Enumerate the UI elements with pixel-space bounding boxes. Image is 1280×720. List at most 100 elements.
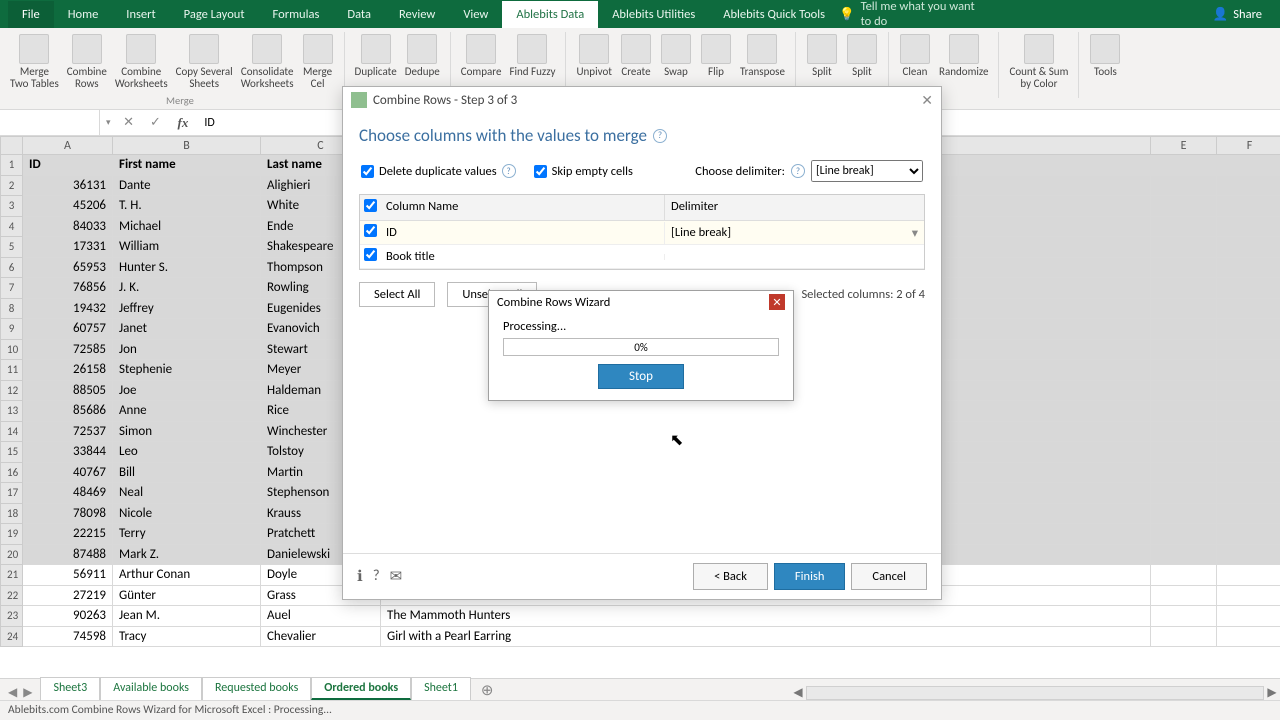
fx-icon[interactable]: fx [167, 115, 198, 131]
dialog-title: Combine Rows - Step 3 of 3 [373, 93, 517, 108]
checkbox-delete-duplicates[interactable]: Delete duplicate values? [361, 164, 516, 179]
ribbon-icon [189, 34, 219, 64]
ribbon-group-label: Merge [166, 94, 194, 107]
checkbox-skip-empty[interactable]: Skip empty cells [534, 164, 633, 179]
ribbon-icon [900, 34, 930, 64]
tab-ablebits-utilities[interactable]: Ablebits Utilities [598, 1, 709, 28]
ribbon-clean[interactable]: Clean [895, 32, 935, 80]
sheet-nav[interactable]: ◀▶ [0, 685, 40, 700]
processing-label: Processing... [503, 319, 779, 334]
ribbon-icon [72, 34, 102, 64]
scroll-left-icon[interactable]: ◀ [790, 685, 806, 700]
ribbon-icon [847, 34, 877, 64]
bulb-icon: 💡 [839, 7, 855, 22]
horizontal-scrollbar[interactable]: ◀ ▶ [790, 685, 1280, 700]
ribbon-icon [949, 34, 979, 64]
tab-review[interactable]: Review [385, 1, 449, 28]
ribbon-combine[interactable]: CombineRows [63, 32, 111, 91]
dialog-heading: Choose columns with the values to merge … [359, 125, 925, 146]
ribbon-consolidate[interactable]: ConsolidateWorksheets [237, 32, 298, 91]
ribbon-compare[interactable]: Compare [457, 32, 506, 80]
tab-home[interactable]: Home [54, 1, 113, 28]
ribbon-merge[interactable]: MergeCel [298, 32, 338, 91]
next-icon[interactable]: ▶ [23, 685, 32, 700]
checkbox-col-book[interactable] [364, 248, 377, 261]
help-icon[interactable]: ? [373, 567, 380, 586]
sheet-tab-ordered-books[interactable]: Ordered books [311, 677, 411, 700]
ribbon-icon [466, 34, 496, 64]
formula-input[interactable]: ID [198, 116, 220, 130]
ribbon-merge[interactable]: MergeTwo Tables [6, 32, 63, 91]
ribbon-icon [701, 34, 731, 64]
name-box[interactable] [0, 110, 100, 135]
tab-data[interactable]: Data [333, 1, 385, 28]
checkbox-col-id[interactable] [364, 224, 377, 237]
ribbon-find-fuzzy[interactable]: Find Fuzzy [505, 32, 559, 80]
sheet-tabs: ◀▶ Sheet3Available booksRequested booksO… [0, 678, 1280, 700]
col-name: Book title [380, 246, 664, 267]
finish-button[interactable]: Finish [774, 563, 846, 590]
dropdown-icon[interactable]: ▾ [912, 225, 918, 241]
col-delim-select[interactable]: [Line break]▾ [664, 222, 924, 244]
ribbon-split[interactable]: Split [842, 32, 882, 80]
namebox-dropdown-icon[interactable]: ▾ [100, 117, 117, 128]
ribbon-icon [361, 34, 391, 64]
ribbon-randomize[interactable]: Randomize [935, 32, 992, 80]
delimiter-select[interactable]: [Line break] [811, 160, 923, 182]
mail-icon[interactable]: ✉ [390, 567, 403, 586]
help-icon[interactable]: ? [791, 164, 805, 178]
scroll-right-icon[interactable]: ▶ [1264, 685, 1280, 700]
ribbon-swap[interactable]: Swap [656, 32, 696, 80]
help-icon[interactable]: ? [653, 129, 667, 143]
back-button[interactable]: < Back [693, 563, 768, 590]
tab-ablebits-quick-tools[interactable]: Ablebits Quick Tools [709, 1, 839, 28]
cancel-button[interactable]: Cancel [851, 563, 927, 590]
tab-formulas[interactable]: Formulas [259, 1, 334, 28]
ribbon-icon [407, 34, 437, 64]
selection-status: Selected columns: 2 of 4 [801, 287, 925, 302]
ribbon-flip[interactable]: Flip [696, 32, 736, 80]
prev-icon[interactable]: ◀ [8, 685, 17, 700]
cancel-icon[interactable]: ✕ [117, 115, 141, 130]
checkbox-select-all-cols[interactable] [364, 199, 377, 212]
ribbon-transpose[interactable]: Transpose [736, 32, 789, 80]
select-all-button[interactable]: Select All [359, 282, 435, 307]
col-name: ID [380, 222, 664, 243]
sheet-tab-available-books[interactable]: Available books [100, 677, 202, 700]
add-sheet-button[interactable]: ⊕ [471, 681, 504, 700]
sheet-tab-sheet3[interactable]: Sheet3 [40, 677, 100, 700]
ribbon-icon [126, 34, 156, 64]
sheet-tab-requested-books[interactable]: Requested books [202, 677, 311, 700]
ribbon-unpivot[interactable]: Unpivot [572, 32, 616, 80]
dialog-title-bar: Combine Rows - Step 3 of 3 ✕ [343, 87, 941, 113]
close-icon[interactable]: ✕ [769, 294, 785, 310]
col-header-name: Column Name [380, 195, 664, 220]
formula-bar-buttons: ✕ ✓ [117, 115, 168, 130]
sheet-tab-sheet1[interactable]: Sheet1 [411, 677, 471, 700]
ribbon-dedupe[interactable]: Dedupe [401, 32, 444, 80]
close-icon[interactable]: ✕ [921, 92, 933, 109]
share-icon: 👤 [1213, 7, 1229, 22]
ribbon-icon [621, 34, 651, 64]
tab-ablebits-data[interactable]: Ablebits Data [502, 1, 598, 28]
ribbon-create[interactable]: Create [616, 32, 656, 80]
ribbon-tools[interactable]: Tools [1085, 32, 1125, 80]
ribbon-copy-several[interactable]: Copy SeveralSheets [172, 32, 237, 91]
tab-insert[interactable]: Insert [112, 1, 169, 28]
tell-me[interactable]: 💡 Tell me what you want to do [839, 0, 980, 29]
ribbon-icon [1024, 34, 1054, 64]
info-icon[interactable]: ℹ [357, 567, 363, 586]
enter-icon[interactable]: ✓ [143, 115, 167, 130]
dialog-icon [351, 92, 367, 108]
share-button[interactable]: 👤 Share [1203, 7, 1272, 22]
ribbon-duplicate[interactable]: Duplicate [351, 32, 401, 80]
tab-view[interactable]: View [449, 1, 502, 28]
ribbon-icon [747, 34, 777, 64]
ribbon-count-sum[interactable]: Count & Sumby Color [1005, 32, 1072, 91]
tab-page-layout[interactable]: Page Layout [170, 1, 259, 28]
ribbon-combine[interactable]: CombineWorksheets [111, 32, 172, 91]
stop-button[interactable]: Stop [598, 364, 684, 389]
ribbon-split[interactable]: Split [802, 32, 842, 80]
help-icon[interactable]: ? [502, 164, 516, 178]
tab-file[interactable]: File [8, 1, 54, 28]
